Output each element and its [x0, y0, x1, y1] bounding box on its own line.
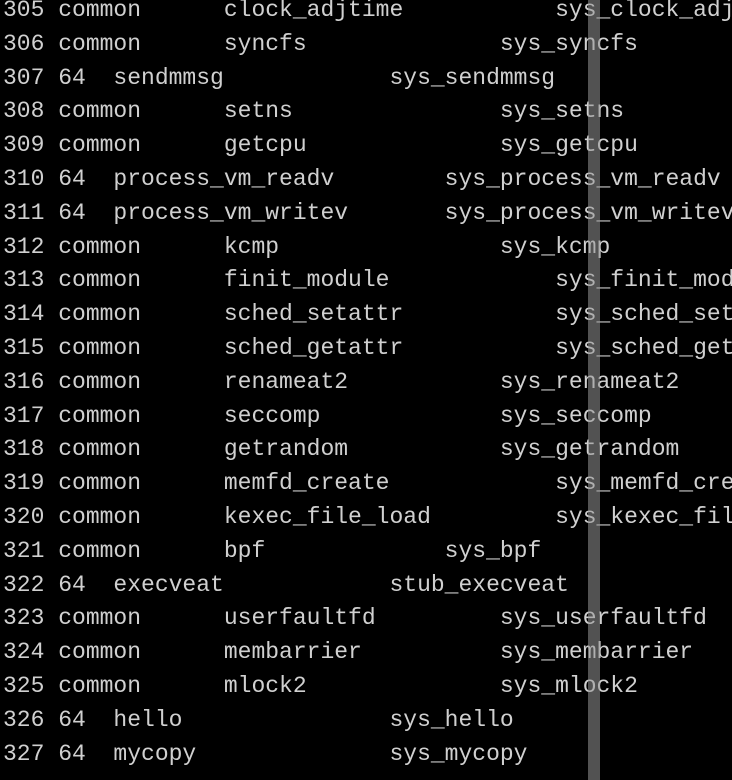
scrollbar[interactable] — [588, 0, 600, 780]
terminal-output: 305 common clock_adjtime sys_clock_adjti… — [3, 0, 732, 771]
